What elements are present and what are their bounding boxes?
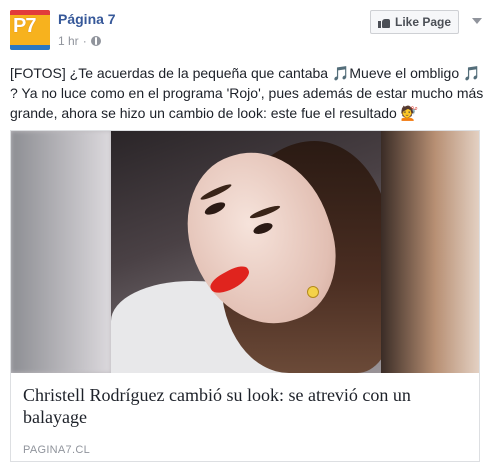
link-title[interactable]: Christell Rodríguez cambió su look: se a… [23,384,467,428]
photo-left-panel [11,131,111,373]
post-text-part-2: Mueve el ombligo [349,65,464,81]
music-note-icon: 🎵 [463,65,481,81]
avatar-logo-text: P7 [13,15,36,37]
post-meta: 1 hr · [58,34,101,48]
post-text: [FOTOS] ¿Te acuerdas de la pequeña que c… [10,63,484,123]
page-avatar[interactable]: P7 [10,10,50,50]
music-note-icon: 🎵 [331,65,350,81]
post-timestamp[interactable]: 1 hr [58,34,79,48]
haircut-icon: 💇 [400,105,419,121]
post-text-part-1: [FOTOS] ¿Te acuerdas de la pequeña que c… [10,65,332,81]
like-page-button[interactable]: Like Page [370,10,459,34]
meta-separator: · [82,34,87,48]
link-source-domain: PAGINA7.CL [23,444,90,456]
like-page-label: Like Page [394,15,452,29]
page-name-link[interactable]: Página 7 [58,11,116,27]
facebook-post: P7 Página 7 1 hr · Like Page [FOTOS] ¿Te… [0,0,494,465]
photo-earring [307,286,319,298]
link-preview-card[interactable]: Christell Rodríguez cambió su look: se a… [10,130,480,462]
photo-main-panel [111,131,383,373]
photo-right-panel [381,131,479,373]
link-preview-image[interactable] [11,131,479,373]
chevron-down-icon[interactable] [472,18,482,24]
thumbs-up-icon [377,17,390,28]
avatar-stripe-blue [10,45,50,50]
globe-icon[interactable] [90,36,101,46]
